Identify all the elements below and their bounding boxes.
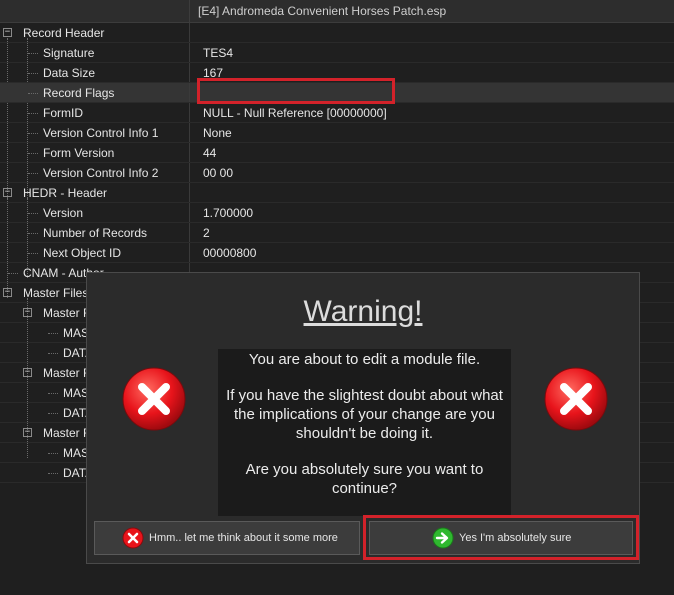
row-label: Next Object ID [43, 246, 122, 260]
row-value: 00000800 [203, 246, 257, 260]
row-label: HEDR - Header [23, 186, 108, 200]
row-value: 1.700000 [203, 206, 254, 220]
row-label: Master F [43, 366, 91, 380]
row-label: Master F [43, 306, 91, 320]
tree-row[interactable]: Form Version 44 [0, 143, 674, 163]
name-column-header[interactable] [0, 0, 190, 22]
confirm-button-highlight [363, 515, 639, 560]
collapse-icon[interactable]: − [23, 428, 32, 437]
row-label: Form Version [43, 146, 115, 160]
row-label: Version Control Info 1 [43, 126, 159, 140]
row-label: Record Header [23, 26, 105, 40]
row-label: Master F [43, 426, 91, 440]
row-value: 44 [203, 146, 217, 160]
collapse-icon[interactable]: − [3, 28, 12, 37]
row-label: Master Files [23, 286, 89, 300]
message-line-3: Are you absolutely sure you want to cont… [245, 461, 484, 497]
message-line-2: If you have the slightest doubt about wh… [226, 387, 503, 442]
row-value: 00 00 [203, 166, 234, 180]
warning-message: You are about to edit a module file. If … [218, 349, 511, 516]
tree-row[interactable]: Version 1.700000 [0, 203, 674, 223]
message-line-1: You are about to edit a module file. [248, 351, 481, 368]
error-icon [544, 367, 608, 431]
collapse-icon[interactable]: − [23, 308, 32, 317]
row-label: Version Control Info 2 [43, 166, 159, 180]
tree-row[interactable]: FormID NULL - Null Reference [00000000] [0, 103, 674, 123]
row-label: Version [43, 206, 84, 220]
row-label: Record Flags [43, 86, 115, 100]
cancel-icon [122, 527, 144, 549]
dialog-title: Warning! [303, 295, 423, 328]
row-value: None [203, 126, 232, 140]
row-label: Data Size [43, 66, 96, 80]
column-header: [E4] Andromeda Convenient Horses Patch.e… [0, 0, 674, 23]
error-icon [122, 367, 186, 431]
collapse-icon[interactable]: − [3, 288, 12, 297]
row-label: FormID [43, 106, 83, 120]
cancel-button[interactable]: Hmm.. let me think about it some more [94, 521, 360, 555]
tree-row[interactable]: Version Control Info 1 None [0, 123, 674, 143]
row-value: 2 [203, 226, 210, 240]
record-flags-highlight [197, 78, 395, 104]
row-label: Signature [43, 46, 95, 60]
file-title: [E4] Andromeda Convenient Horses Patch.e… [198, 4, 447, 18]
tree-row[interactable]: − HEDR - Header [0, 183, 674, 203]
tree-row[interactable]: Signature TES4 [0, 43, 674, 63]
tree-row[interactable]: Next Object ID 00000800 [0, 243, 674, 263]
row-label: Number of Records [43, 226, 148, 240]
tree-row[interactable]: Number of Records 2 [0, 223, 674, 243]
cancel-button-label: Hmm.. let me think about it some more [149, 532, 338, 544]
collapse-icon[interactable]: − [3, 188, 12, 197]
row-value: NULL - Null Reference [00000000] [203, 106, 387, 120]
tree-row[interactable]: − Record Header [0, 23, 674, 43]
row-value: TES4 [203, 46, 234, 60]
collapse-icon[interactable]: − [23, 368, 32, 377]
tree-row[interactable]: Version Control Info 2 00 00 [0, 163, 674, 183]
